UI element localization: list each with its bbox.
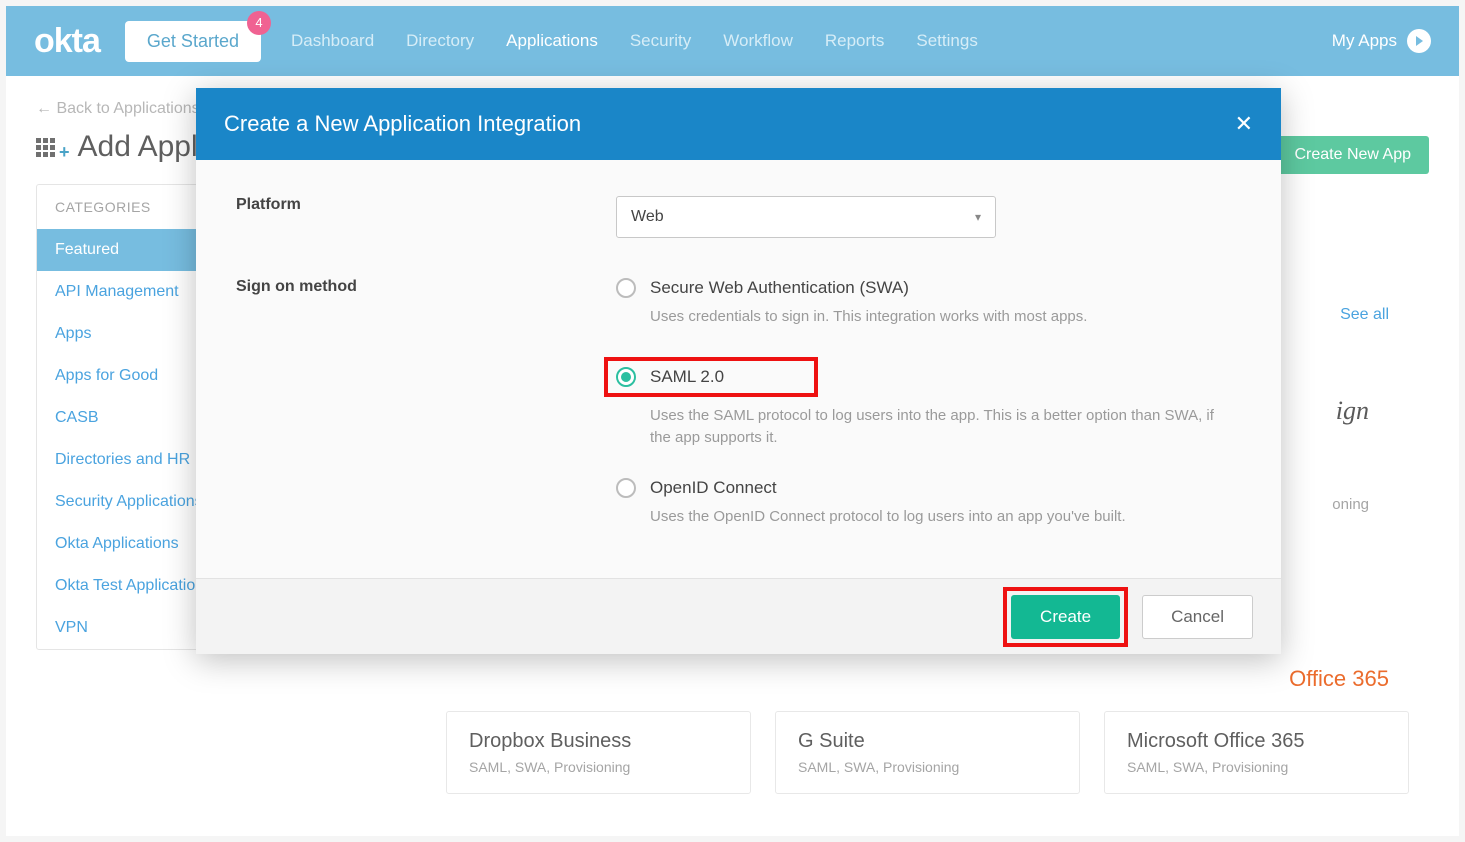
platform-select[interactable]: Web [616, 196, 996, 238]
signon-label: Sign on method [236, 278, 616, 528]
modal-title: Create a New Application Integration [224, 111, 581, 137]
signon-option-swa[interactable]: Secure Web Authentication (SWA) Uses cre… [616, 278, 1241, 329]
create-button[interactable]: Create [1011, 595, 1120, 639]
radio-desc: Uses credentials to sign in. This integr… [650, 306, 1220, 329]
create-app-modal: Create a New Application Integration ✕ P… [196, 88, 1281, 654]
platform-value: Web [631, 208, 664, 226]
radio-icon[interactable] [616, 478, 636, 498]
modal-footer: Create Cancel [196, 578, 1281, 654]
highlight-annotation: SAML 2.0 [604, 357, 818, 397]
radio-label: OpenID Connect [650, 478, 777, 498]
radio-desc: Uses the SAML protocol to log users into… [650, 405, 1220, 450]
modal-header: Create a New Application Integration ✕ [196, 88, 1281, 160]
close-icon[interactable]: ✕ [1235, 111, 1253, 137]
signon-option-oidc[interactable]: OpenID Connect Uses the OpenID Connect p… [616, 478, 1241, 529]
radio-label: SAML 2.0 [650, 367, 724, 387]
highlight-annotation: Create [1003, 587, 1128, 647]
signon-option-saml[interactable]: SAML 2.0 Uses the SAML protocol to log u… [616, 357, 1241, 450]
radio-icon[interactable] [616, 367, 636, 387]
radio-icon[interactable] [616, 278, 636, 298]
platform-label: Platform [236, 196, 616, 238]
modal-backdrop: Create a New Application Integration ✕ P… [6, 6, 1459, 836]
modal-body: Platform Web Sign on method Secure Web A… [196, 160, 1281, 578]
cancel-button[interactable]: Cancel [1142, 595, 1253, 639]
radio-desc: Uses the OpenID Connect protocol to log … [650, 506, 1220, 529]
radio-label: Secure Web Authentication (SWA) [650, 278, 909, 298]
